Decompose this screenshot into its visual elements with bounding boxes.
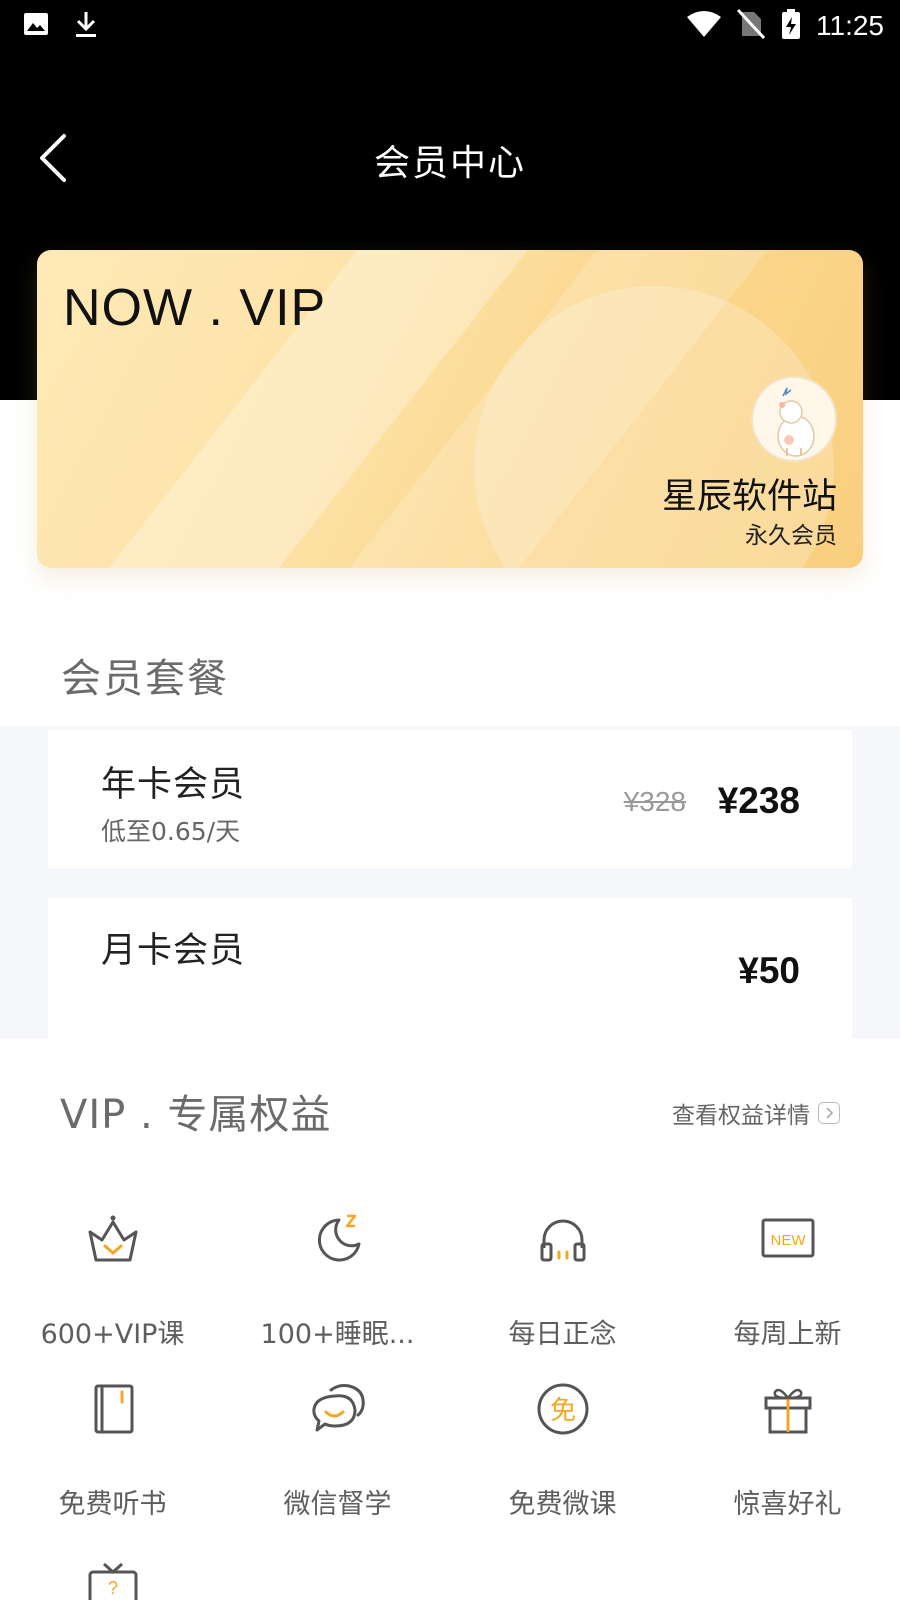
plan-monthly[interactable]: 月卡会员 ¥50 — [48, 898, 852, 1038]
tv-question-icon: ? — [84, 1562, 142, 1600]
plan-name: 年卡会员 — [101, 765, 246, 805]
plan-price: ¥238 — [717, 780, 800, 821]
plans-section-title: 会员套餐 — [61, 656, 229, 702]
vip-card: NOW . VIP 星辰软件站 永久会员 — [37, 250, 863, 568]
benefits-section-title: VIP . 专属权益 — [60, 1092, 332, 1138]
plan-price: ¥50 — [738, 950, 800, 991]
member-level: 永久会员 — [745, 523, 837, 549]
download-icon — [72, 10, 100, 44]
plan-name: 月卡会员 — [101, 931, 246, 971]
status-bar: 11:25 — [0, 0, 900, 50]
image-icon — [22, 10, 50, 44]
benefits-details-link[interactable]: 查看权益详情 — [672, 1096, 840, 1130]
plan-subtitle: 低至0.65/天 — [101, 817, 241, 846]
avatar[interactable] — [751, 376, 837, 462]
no-sim-icon — [736, 8, 766, 44]
vip-title: NOW . VIP — [63, 279, 327, 337]
benefit-label: 微信督学 — [283, 1489, 392, 1520]
nav-bar: 会员中心 — [0, 110, 900, 200]
headphones-icon — [534, 1210, 592, 1268]
benefits-details-label: 查看权益详情 — [672, 1103, 810, 1129]
benefit-label: 100+睡眠... — [260, 1319, 415, 1350]
benefit-label: 600+VIP课 — [40, 1319, 185, 1350]
crown-icon — [84, 1210, 142, 1268]
benefit-label: 每周上新 — [733, 1319, 842, 1350]
battery-charging-icon — [780, 8, 802, 44]
free-coin-icon: 免 — [534, 1380, 592, 1438]
svg-text:免: 免 — [550, 1396, 576, 1426]
svg-text:NEW: NEW — [771, 1232, 807, 1249]
benefit-label: 免费听书 — [58, 1489, 167, 1520]
book-icon — [84, 1380, 142, 1438]
benefit-label: 免费微课 — [508, 1489, 617, 1520]
new-badge-icon: NEW — [759, 1210, 817, 1268]
plan-original-price: ¥328 — [623, 786, 686, 817]
plan-yearly[interactable]: 年卡会员 低至0.65/天 ¥328 ¥238 — [48, 730, 852, 868]
benefit-label: 每日正念 — [508, 1319, 617, 1350]
chevron-right-icon — [818, 1102, 840, 1124]
svg-text:?: ? — [108, 1578, 118, 1598]
polar-bear-avatar — [777, 387, 815, 457]
benefit-label: 惊喜好礼 — [733, 1489, 842, 1520]
chat-bubbles-icon — [309, 1380, 367, 1438]
page-title: 会员中心 — [373, 143, 526, 184]
status-time: 11:25 — [816, 10, 884, 41]
wifi-icon — [686, 9, 722, 43]
gift-icon — [759, 1380, 817, 1438]
moon-sleep-icon — [309, 1210, 367, 1268]
user-name: 星辰软件站 — [661, 477, 837, 517]
